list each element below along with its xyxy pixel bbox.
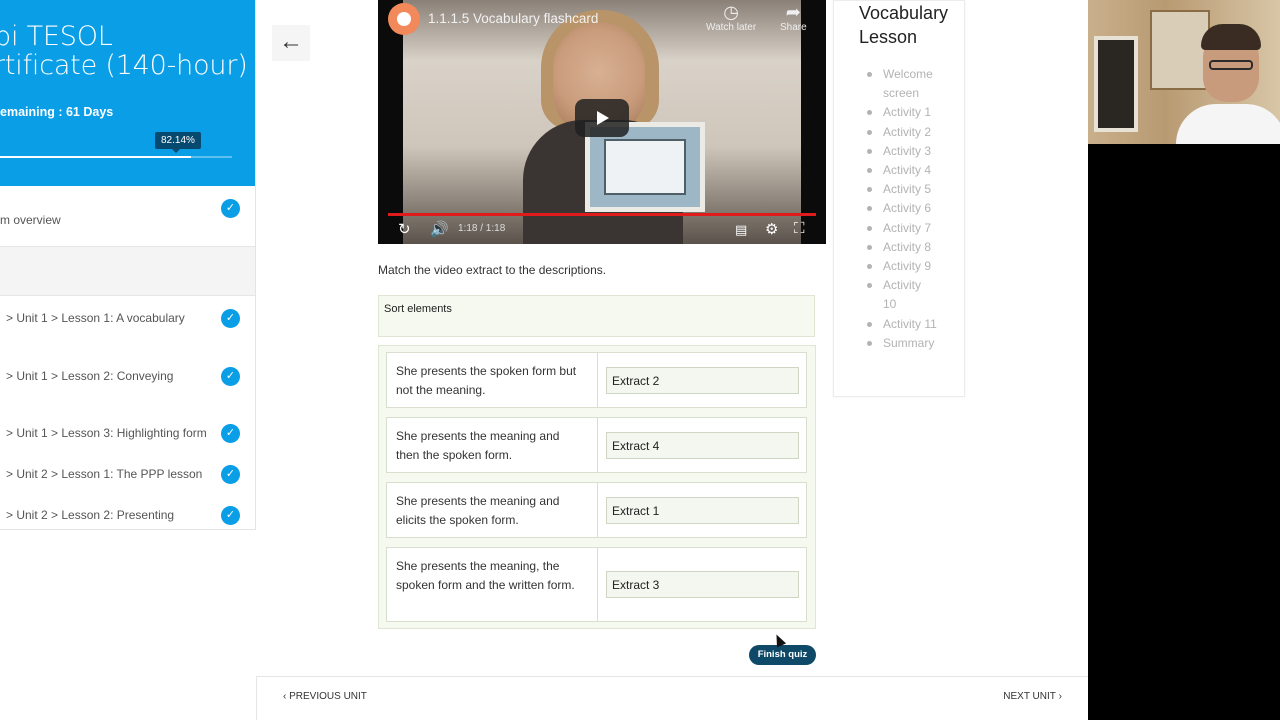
toc-item-activity-9[interactable]: Activity 9 bbox=[867, 257, 937, 276]
previous-unit-label: PREVIOUS UNIT bbox=[289, 691, 367, 702]
days-remaining: emaining : 61 Days bbox=[0, 105, 114, 119]
sidebar-item-label: > Unit 1 > Lesson 1: A vocabulary bbox=[6, 311, 185, 325]
sidebar-section-divider bbox=[0, 246, 255, 296]
answer-drop-slot[interactable]: Extract 4 bbox=[606, 432, 799, 459]
answer-drop-slot[interactable]: Extract 2 bbox=[606, 367, 799, 394]
share-button[interactable]: ➦ Share bbox=[780, 2, 807, 33]
toc-item-activity-3[interactable]: Activity 3 bbox=[867, 142, 937, 161]
answer-drop-slot[interactable]: Extract 3 bbox=[606, 571, 799, 598]
next-unit-link[interactable]: NEXT UNIT › bbox=[1003, 691, 1062, 702]
sidebar-item-unit1-lesson1[interactable]: > Unit 1 > Lesson 1: A vocabulary ✓ bbox=[0, 296, 255, 352]
toc-item-activity-4[interactable]: Activity 4 bbox=[867, 161, 937, 180]
chevron-right-icon: › bbox=[1055, 691, 1062, 702]
video-player[interactable]: 1.1.1.5 Vocabulary flashcard ◷ Watch lat… bbox=[378, 0, 826, 244]
lesson-toc: Vocabulary Lesson Welcome screen Activit… bbox=[833, 0, 965, 397]
toc-item-activity-2[interactable]: Activity 2 bbox=[867, 123, 937, 142]
match-description: She presents the spoken form but not the… bbox=[396, 364, 577, 397]
check-circle-icon: ✓ bbox=[221, 367, 240, 386]
toc-item-activity-5[interactable]: Activity 5 bbox=[867, 180, 937, 199]
toc-item-summary[interactable]: Summary bbox=[867, 334, 937, 353]
video-title[interactable]: 1.1.1.5 Vocabulary flashcard bbox=[428, 11, 598, 26]
presenter-hair bbox=[1201, 24, 1261, 50]
subtitles-icon[interactable]: ▤ bbox=[735, 222, 747, 238]
toc-item-welcome[interactable]: Welcome screen bbox=[867, 65, 937, 103]
course-title: pi TESOL rtificate (140-hour) bbox=[0, 21, 248, 81]
sidebar-item-label: > Unit 2 > Lesson 2: Presenting bbox=[6, 508, 175, 522]
toc-item-activity-10[interactable]: Activity 10 bbox=[867, 276, 937, 314]
sidebar-item-label: > Unit 2 > Lesson 1: The PPP lesson bbox=[6, 467, 203, 481]
sidebar-item-label: > Unit 1 > Lesson 3: Highlighting form bbox=[6, 426, 207, 440]
sidebar-item-unit1-lesson3[interactable]: > Unit 1 > Lesson 3: Highlighting form ✓ bbox=[0, 414, 255, 454]
webcam-video bbox=[1088, 0, 1280, 144]
finish-quiz-button[interactable]: Finish quiz bbox=[749, 645, 816, 665]
watch-later-label: Watch later bbox=[706, 22, 757, 33]
presenter-shirt bbox=[1176, 104, 1280, 144]
toc-item-activity-7[interactable]: Activity 7 bbox=[867, 219, 937, 238]
toc-title: Vocabulary Lesson bbox=[859, 3, 949, 47]
sidebar-item-overview[interactable]: m overview ✓ bbox=[0, 196, 255, 246]
video-time: 1:18 / 1:18 bbox=[458, 223, 506, 234]
play-button[interactable] bbox=[575, 99, 629, 137]
check-circle-icon: ✓ bbox=[221, 199, 240, 218]
progress-percent-badge: 82.14% bbox=[155, 132, 201, 153]
match-row: She presents the meaning and elicits the… bbox=[386, 482, 807, 538]
bookshelf bbox=[1150, 10, 1210, 90]
course-progress-bar bbox=[0, 156, 232, 158]
clock-icon: ◷ bbox=[723, 2, 739, 22]
sidebar-item-unit1-lesson2[interactable]: > Unit 1 > Lesson 2: Conveying ✓ bbox=[0, 355, 255, 411]
toc-item-activity-1[interactable]: Activity 1 bbox=[867, 103, 937, 122]
wall-picture-frame bbox=[1094, 36, 1138, 132]
sidebar-item-unit2-lesson1[interactable]: > Unit 2 > Lesson 1: The PPP lesson ✓ bbox=[0, 456, 255, 496]
check-circle-icon: ✓ bbox=[221, 424, 240, 443]
match-description: She presents the meaning, the spoken for… bbox=[396, 559, 575, 592]
sort-elements-label: Sort elements bbox=[384, 303, 452, 315]
watch-later-button[interactable]: ◷ Watch later bbox=[706, 2, 756, 33]
back-arrow-button[interactable]: ← bbox=[272, 25, 310, 61]
answer-item[interactable]: Extract 2 bbox=[612, 374, 659, 388]
answer-drop-slot[interactable]: Extract 1 bbox=[606, 497, 799, 524]
share-label: Share bbox=[780, 22, 807, 33]
check-circle-icon: ✓ bbox=[221, 465, 240, 484]
course-header: pi TESOL rtificate (140-hour) emaining :… bbox=[0, 0, 255, 186]
match-description: She presents the meaning and elicits the… bbox=[396, 494, 560, 527]
answer-item[interactable]: Extract 3 bbox=[612, 578, 659, 592]
sidebar-item-unit2-lesson2[interactable]: > Unit 2 > Lesson 2: Presenting ✓ bbox=[0, 497, 255, 529]
unit-navigation: ‹ PREVIOUS UNIT NEXT UNIT › bbox=[256, 676, 1088, 720]
row-separator bbox=[597, 483, 598, 537]
matching-table: She presents the spoken form but not the… bbox=[378, 345, 816, 629]
replay-icon[interactable]: ↻ bbox=[398, 220, 411, 238]
toc-item-activity-8[interactable]: Activity 8 bbox=[867, 238, 937, 257]
quiz-question: Match the video extract to the descripti… bbox=[378, 263, 607, 277]
check-circle-icon: ✓ bbox=[221, 506, 240, 525]
previous-unit-link[interactable]: ‹ PREVIOUS UNIT bbox=[283, 691, 367, 702]
row-separator bbox=[597, 353, 598, 407]
course-progress-fill bbox=[0, 156, 191, 158]
video-progress-bar[interactable] bbox=[388, 213, 816, 216]
check-circle-icon: ✓ bbox=[221, 309, 240, 328]
row-separator bbox=[597, 418, 598, 472]
toc-item-activity-6[interactable]: Activity 6 bbox=[867, 199, 937, 218]
answer-item[interactable]: Extract 4 bbox=[612, 439, 659, 453]
match-row: She presents the meaning, the spoken for… bbox=[386, 547, 807, 622]
match-description: She presents the meaning and then the sp… bbox=[396, 429, 560, 462]
row-separator bbox=[597, 548, 598, 621]
bus-picture bbox=[604, 139, 686, 195]
channel-logo-icon[interactable] bbox=[388, 3, 420, 35]
page: pi TESOL rtificate (140-hour) emaining :… bbox=[0, 0, 1280, 720]
match-row: She presents the meaning and then the sp… bbox=[386, 417, 807, 473]
fullscreen-icon[interactable]: ⛶ bbox=[794, 220, 805, 237]
glasses bbox=[1209, 60, 1253, 70]
share-arrow-icon: ➦ bbox=[785, 2, 801, 22]
volume-icon[interactable]: 🔊 bbox=[430, 220, 449, 238]
toc-item-activity-11[interactable]: Activity 11 bbox=[867, 315, 937, 334]
settings-gear-icon[interactable]: ⚙ bbox=[765, 220, 778, 238]
toc-list: Welcome screen Activity 1 Activity 2 Act… bbox=[867, 65, 937, 353]
match-row: She presents the spoken form but not the… bbox=[386, 352, 807, 408]
sidebar-item-label: m overview bbox=[0, 213, 61, 227]
course-sidebar: pi TESOL rtificate (140-hour) emaining :… bbox=[0, 0, 256, 530]
answer-item[interactable]: Extract 1 bbox=[612, 504, 659, 518]
sidebar-item-label: > Unit 1 > Lesson 2: Conveying bbox=[6, 369, 174, 383]
next-unit-label: NEXT UNIT bbox=[1003, 691, 1056, 702]
sort-elements-area[interactable]: Sort elements bbox=[378, 295, 815, 337]
